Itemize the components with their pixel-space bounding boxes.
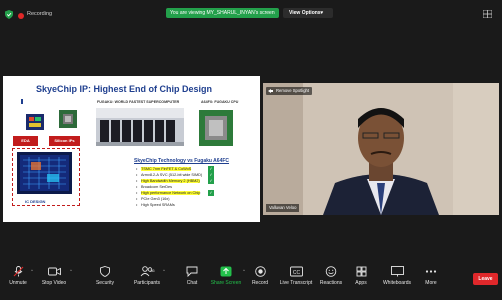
- leave-button[interactable]: Leave: [473, 273, 498, 285]
- video-camera-icon: [47, 267, 61, 276]
- more-button[interactable]: More: [421, 266, 441, 286]
- tech-list: TSMC 7nm FinFET & CoWoS ✓ Armv8.2-A SVC (5…: [136, 166, 214, 208]
- chat-button[interactable]: Chat: [182, 266, 202, 286]
- security-label: Security: [95, 280, 115, 286]
- tech-comparison-title: SkyeChip Technology vs Fugaku A64FC: [134, 158, 230, 164]
- live-transcript-button[interactable]: CC Live Transcript: [279, 266, 313, 286]
- svg-text:CC: CC: [292, 270, 300, 276]
- audio-options-caret-icon[interactable]: ^: [31, 268, 33, 273]
- unmute-button[interactable]: Unmute: [3, 266, 33, 286]
- live-transcript-label: Live Transcript: [279, 280, 313, 286]
- tech-item-text: High Speed SRAMs: [141, 203, 175, 207]
- more-label: More: [425, 280, 437, 286]
- tech-item-text: High Bandwidth Memory 2 (HBM2): [141, 179, 200, 183]
- shared-screen-slide: SkyeChip IP: Highest End of Chip Design …: [3, 76, 260, 222]
- slide-title: SkyeChip IP: Highest End of Chip Design: [36, 84, 213, 94]
- fugaku-label: FUGAKU: WORLD FASTEST SUPERCOMPUTER: [97, 100, 180, 104]
- chip-package-icon: [59, 110, 77, 128]
- chat-label: Chat: [186, 280, 198, 286]
- participants-caret-icon[interactable]: ^: [163, 268, 165, 273]
- whiteboard-icon: [390, 266, 404, 277]
- speaker-video: Remove Spotlight Valluvan Veloo: [263, 83, 499, 215]
- chevron-down-icon: ▾: [320, 10, 323, 16]
- supercomputer-image: [96, 108, 184, 146]
- security-shield-icon: [5, 10, 13, 19]
- video-options-caret-icon[interactable]: ^: [70, 268, 72, 273]
- silicon-ips-box: Silicon IPs: [49, 136, 80, 146]
- share-options-caret-icon[interactable]: ^: [243, 268, 245, 273]
- remove-spotlight-button[interactable]: Remove Spotlight: [266, 87, 313, 95]
- cpu-image: [199, 110, 233, 146]
- participants-label: Participants: [133, 280, 161, 286]
- screen-share-banner: You are viewing MY_SHARUL_INYAN's screen: [166, 8, 279, 18]
- stop-video-label: Stop Video: [41, 280, 67, 286]
- gallery-view-icon[interactable]: [483, 10, 492, 18]
- chat-bubble-icon: [186, 266, 198, 277]
- a64fx-label: A64FX: FUGAKU CPU: [201, 100, 239, 104]
- top-bar: Recording You are viewing MY_SHARUL_INYA…: [0, 0, 502, 24]
- view-options-label: View Options: [289, 10, 321, 16]
- title-accent-bar: [21, 99, 23, 104]
- security-button[interactable]: Security: [92, 266, 118, 286]
- whiteboards-label: Whiteboards: [382, 280, 412, 286]
- unmute-label: Unmute: [9, 280, 27, 286]
- tech-item-text: Armv8.2-A SVC (512-bit wide SIMD): [141, 173, 203, 177]
- tech-item-text: TSMC 7nm FinFET & CoWoS: [141, 167, 192, 171]
- apps-button[interactable]: Apps: [352, 266, 370, 286]
- share-screen-label: Share Screen: [210, 280, 242, 286]
- chip-graphic-icon: [26, 114, 44, 130]
- checkmark-icon: ✓: [208, 178, 214, 184]
- record-label: Record: [251, 280, 269, 286]
- closed-caption-icon: CC: [289, 266, 303, 277]
- tech-item-text: PCIe Gen3 (16x): [141, 197, 170, 201]
- microphone-muted-icon: [13, 266, 23, 277]
- share-screen-button[interactable]: Share Screen: [207, 266, 245, 286]
- record-icon: [254, 266, 266, 277]
- participant-count: 36: [150, 268, 155, 273]
- speaker-video-feed: [263, 83, 499, 215]
- apps-label: Apps: [355, 280, 367, 286]
- zoom-meeting-window: Recording You are viewing MY_SHARUL_INYA…: [0, 0, 502, 300]
- share-screen-icon: [220, 266, 232, 277]
- meeting-toolbar: Unmute ^ Stop Video ^ Security 36 Partic…: [0, 262, 502, 300]
- recording-label: Recording: [27, 11, 53, 17]
- record-button[interactable]: Record: [250, 266, 270, 286]
- participants-button[interactable]: 36 Participants: [131, 266, 163, 286]
- more-dots-icon: [425, 270, 437, 273]
- eda-box: EDA: [13, 136, 38, 146]
- reactions-button[interactable]: Reactions: [318, 266, 344, 286]
- whiteboards-button[interactable]: Whiteboards: [380, 266, 414, 286]
- shield-icon: [100, 266, 110, 277]
- recording-indicator-icon: [18, 13, 24, 19]
- spotlight-icon: [268, 89, 273, 93]
- reactions-label: Reactions: [319, 280, 343, 286]
- participant-name-tag: Valluvan Veloo: [266, 204, 300, 212]
- tech-item-text: High performance Network on Chip: [141, 191, 201, 195]
- spotlight-label: Remove Spotlight: [276, 88, 310, 93]
- tech-list-item: High Speed SRAMs: [136, 202, 202, 208]
- apps-grid-icon: [356, 266, 366, 277]
- ic-design-label: IC DESIGN: [25, 199, 46, 204]
- tech-item-text: Broadcom SerDes: [141, 185, 173, 189]
- checkmark-icon: ✓: [208, 190, 214, 196]
- ic-die-image: [17, 152, 72, 194]
- smiley-icon: [325, 266, 337, 277]
- stop-video-button[interactable]: Stop Video: [38, 266, 70, 286]
- view-options-button[interactable]: View Options ▾: [283, 8, 333, 18]
